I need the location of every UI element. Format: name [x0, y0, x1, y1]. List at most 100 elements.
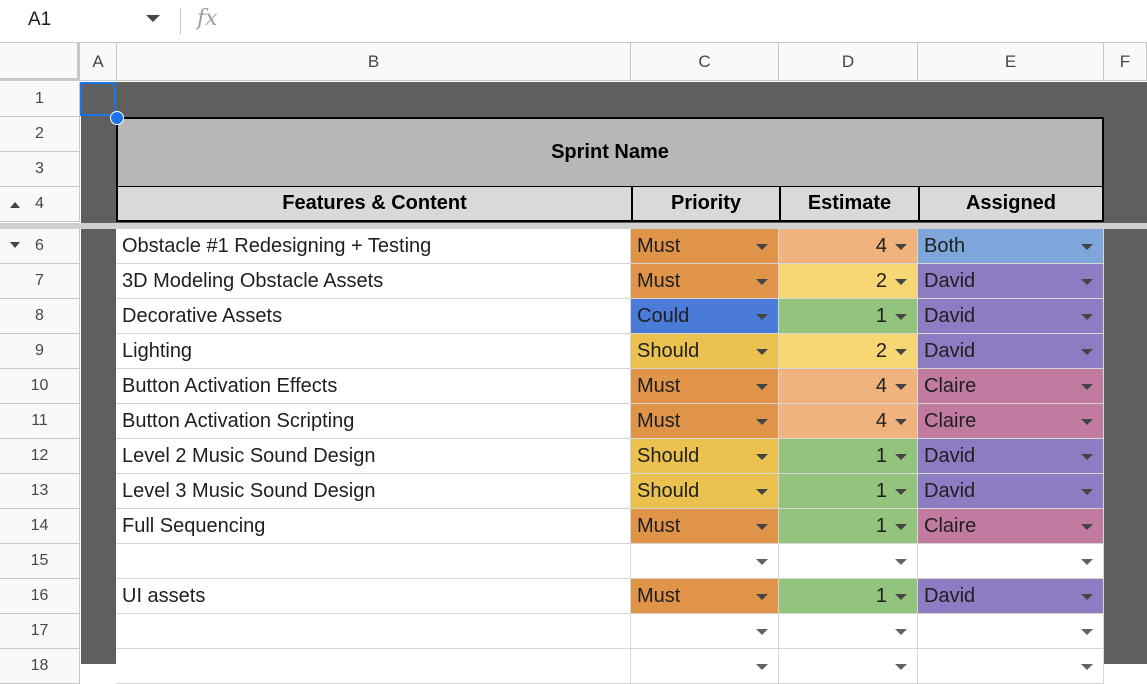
- dropdown-arrow-icon[interactable]: [895, 524, 907, 530]
- assigned-cell[interactable]: David: [918, 334, 1104, 369]
- column-header-d[interactable]: D: [779, 43, 918, 81]
- column-header-c[interactable]: C: [631, 43, 779, 81]
- estimate-cell[interactable]: [779, 649, 918, 684]
- row-header-17[interactable]: 17: [0, 614, 80, 649]
- priority-cell[interactable]: Could: [631, 299, 779, 334]
- dropdown-arrow-icon[interactable]: [756, 559, 768, 565]
- feature-cell[interactable]: Button Activation Scripting: [116, 404, 631, 439]
- priority-cell[interactable]: Should: [631, 474, 779, 509]
- assigned-cell[interactable]: Both: [918, 229, 1104, 264]
- feature-cell[interactable]: Decorative Assets: [116, 299, 631, 334]
- dropdown-arrow-icon[interactable]: [1081, 524, 1093, 530]
- dropdown-arrow-icon[interactable]: [895, 384, 907, 390]
- feature-cell[interactable]: Full Sequencing: [116, 509, 631, 544]
- column-header-a[interactable]: A: [80, 43, 117, 81]
- name-box-value[interactable]: A1: [28, 9, 51, 31]
- estimate-cell[interactable]: 4: [779, 229, 918, 264]
- dropdown-arrow-icon[interactable]: [895, 244, 907, 250]
- priority-cell[interactable]: Must: [631, 509, 779, 544]
- dropdown-arrow-icon[interactable]: [756, 349, 768, 355]
- assigned-cell[interactable]: David: [918, 474, 1104, 509]
- feature-cell[interactable]: Button Activation Effects: [116, 369, 631, 404]
- dropdown-arrow-icon[interactable]: [756, 419, 768, 425]
- feature-cell[interactable]: Lighting: [116, 334, 631, 369]
- dropdown-arrow-icon[interactable]: [1081, 314, 1093, 320]
- row-header-12[interactable]: 12: [0, 439, 80, 474]
- row-header-15[interactable]: 15: [0, 544, 80, 579]
- estimate-cell[interactable]: 1: [779, 474, 918, 509]
- estimate-cell[interactable]: 4: [779, 404, 918, 439]
- dropdown-arrow-icon[interactable]: [895, 489, 907, 495]
- column-header-b[interactable]: B: [117, 43, 631, 81]
- chevron-down-icon[interactable]: [146, 15, 160, 22]
- row-header-7[interactable]: 7: [0, 264, 80, 299]
- estimate-cell[interactable]: 1: [779, 579, 918, 614]
- dropdown-arrow-icon[interactable]: [756, 454, 768, 460]
- feature-cell[interactable]: Obstacle #1 Redesigning + Testing: [116, 229, 631, 264]
- dropdown-arrow-icon[interactable]: [756, 664, 768, 670]
- priority-cell[interactable]: [631, 544, 779, 579]
- feature-cell[interactable]: [116, 544, 631, 579]
- row-header-4[interactable]: 4: [0, 187, 80, 222]
- column-header-f[interactable]: F: [1104, 43, 1147, 81]
- priority-cell[interactable]: Should: [631, 334, 779, 369]
- dropdown-arrow-icon[interactable]: [895, 279, 907, 285]
- dropdown-arrow-icon[interactable]: [1081, 454, 1093, 460]
- dropdown-arrow-icon[interactable]: [1081, 664, 1093, 670]
- dropdown-arrow-icon[interactable]: [895, 314, 907, 320]
- selection-drag-handle[interactable]: [110, 111, 124, 125]
- dropdown-arrow-icon[interactable]: [895, 594, 907, 600]
- dropdown-arrow-icon[interactable]: [1081, 279, 1093, 285]
- assigned-cell[interactable]: [918, 649, 1104, 684]
- estimate-cell[interactable]: 1: [779, 509, 918, 544]
- dropdown-arrow-icon[interactable]: [895, 349, 907, 355]
- estimate-cell[interactable]: [779, 614, 918, 649]
- row-header-18[interactable]: 18: [0, 649, 80, 684]
- assigned-cell[interactable]: David: [918, 264, 1104, 299]
- row-header-13[interactable]: 13: [0, 474, 80, 509]
- collapse-group-icon[interactable]: [10, 202, 20, 208]
- assigned-cell[interactable]: [918, 544, 1104, 579]
- dropdown-arrow-icon[interactable]: [895, 559, 907, 565]
- dropdown-arrow-icon[interactable]: [756, 384, 768, 390]
- dropdown-arrow-icon[interactable]: [1081, 349, 1093, 355]
- row-header-9[interactable]: 9: [0, 334, 80, 369]
- priority-cell[interactable]: Should: [631, 439, 779, 474]
- dropdown-arrow-icon[interactable]: [895, 629, 907, 635]
- feature-cell[interactable]: 3D Modeling Obstacle Assets: [116, 264, 631, 299]
- row-header-14[interactable]: 14: [0, 509, 80, 544]
- selected-cell-a1[interactable]: [80, 82, 116, 116]
- dropdown-arrow-icon[interactable]: [756, 524, 768, 530]
- header-assigned[interactable]: Assigned: [918, 187, 1104, 222]
- priority-cell[interactable]: Must: [631, 369, 779, 404]
- header-priority[interactable]: Priority: [631, 187, 779, 222]
- assigned-cell[interactable]: Claire: [918, 509, 1104, 544]
- priority-cell[interactable]: Must: [631, 264, 779, 299]
- feature-cell[interactable]: Level 2 Music Sound Design: [116, 439, 631, 474]
- dropdown-arrow-icon[interactable]: [895, 664, 907, 670]
- column-header-e[interactable]: E: [918, 43, 1104, 81]
- assigned-cell[interactable]: David: [918, 439, 1104, 474]
- assigned-cell[interactable]: Claire: [918, 404, 1104, 439]
- priority-cell[interactable]: Must: [631, 229, 779, 264]
- priority-cell[interactable]: [631, 614, 779, 649]
- header-estimate[interactable]: Estimate: [779, 187, 918, 222]
- dropdown-arrow-icon[interactable]: [756, 629, 768, 635]
- assigned-cell[interactable]: David: [918, 299, 1104, 334]
- dropdown-arrow-icon[interactable]: [1081, 629, 1093, 635]
- feature-cell[interactable]: [116, 614, 631, 649]
- assigned-cell[interactable]: Claire: [918, 369, 1104, 404]
- dropdown-arrow-icon[interactable]: [1081, 384, 1093, 390]
- dropdown-arrow-icon[interactable]: [1081, 489, 1093, 495]
- row-header-8[interactable]: 8: [0, 299, 80, 334]
- name-box[interactable]: A1: [0, 0, 176, 42]
- row-header-10[interactable]: 10: [0, 369, 80, 404]
- priority-cell[interactable]: [631, 649, 779, 684]
- estimate-cell[interactable]: 1: [779, 299, 918, 334]
- feature-cell[interactable]: UI assets: [116, 579, 631, 614]
- row-header-16[interactable]: 16: [0, 579, 80, 614]
- select-all-corner[interactable]: [0, 43, 80, 81]
- estimate-cell[interactable]: 4: [779, 369, 918, 404]
- dropdown-arrow-icon[interactable]: [756, 489, 768, 495]
- dropdown-arrow-icon[interactable]: [756, 279, 768, 285]
